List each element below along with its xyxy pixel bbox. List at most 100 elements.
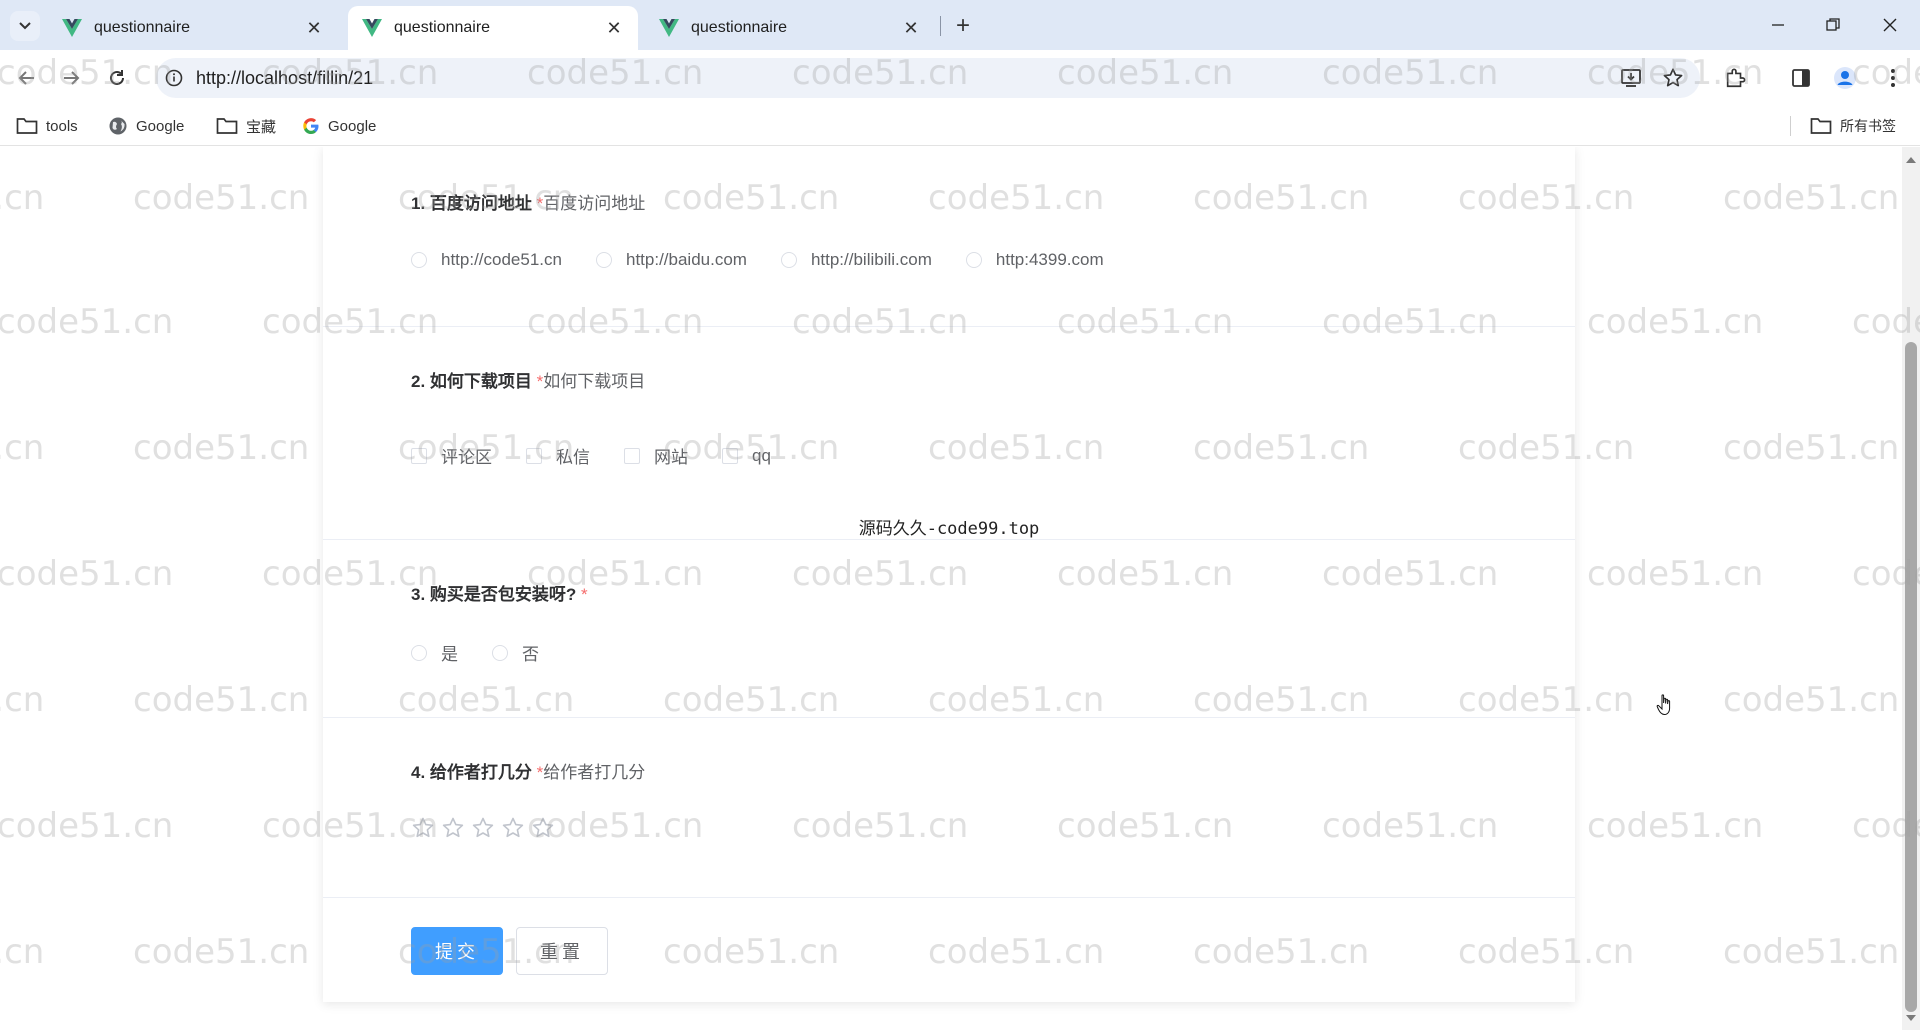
- side-panel-icon[interactable]: [1786, 63, 1816, 93]
- radio-option[interactable]: 是: [411, 640, 458, 665]
- close-tab-icon[interactable]: ✕: [302, 16, 326, 40]
- checkbox-option[interactable]: qq: [722, 446, 771, 466]
- back-button[interactable]: [12, 63, 42, 93]
- new-tab-button[interactable]: +: [948, 11, 978, 41]
- checkbox-box[interactable]: [624, 447, 640, 464]
- questionnaire-card: 1. 百度访问地址 *百度访问地址 http://code51.cn http:…: [323, 147, 1575, 1002]
- tab-title: questionnaire: [394, 19, 491, 36]
- minimize-icon: [1772, 24, 1784, 26]
- star-icon[interactable]: [471, 816, 495, 840]
- restore-button[interactable]: [1813, 8, 1853, 42]
- vue-logo-icon: [62, 19, 82, 37]
- folder-icon: [216, 118, 238, 134]
- scroll-down-arrow-icon[interactable]: [1906, 1015, 1916, 1021]
- close-tab-icon[interactable]: ✕: [602, 16, 626, 40]
- option-label: 是: [441, 645, 458, 664]
- browser-tab-3[interactable]: questionnaire ✕: [645, 6, 935, 50]
- globe-icon: [109, 117, 127, 135]
- reload-icon: [110, 70, 124, 85]
- chevron-down-icon: [19, 22, 31, 30]
- option-label: 私信: [556, 448, 590, 467]
- bookmark-star-icon[interactable]: [1658, 63, 1688, 93]
- reload-button[interactable]: [102, 63, 132, 93]
- star-icon[interactable]: [501, 816, 525, 840]
- option-label: 评论区: [441, 448, 492, 467]
- extensions-icon[interactable]: [1720, 63, 1750, 93]
- tab-separator: [940, 16, 941, 36]
- option-label: http://code51.cn: [441, 250, 562, 269]
- radio-option[interactable]: http:4399.com: [965, 250, 1104, 270]
- more-menu-icon[interactable]: [1878, 63, 1908, 93]
- question-4: 4. 给作者打几分 *给作者打几分: [323, 718, 1575, 898]
- question-title: 4. 给作者打几分 *给作者打几分: [411, 758, 645, 783]
- radio-circle[interactable]: [965, 252, 982, 268]
- tab-title: questionnaire: [94, 19, 191, 36]
- question-description: 如何下载项目: [543, 372, 646, 391]
- option-label: http://baidu.com: [625, 250, 747, 269]
- radio-circle[interactable]: [780, 252, 797, 268]
- folder-icon: [1810, 118, 1832, 134]
- checkbox-option[interactable]: 私信: [526, 443, 590, 468]
- radio-circle[interactable]: [492, 644, 508, 661]
- star-icon[interactable]: [531, 816, 555, 840]
- question-number: 4.: [411, 763, 426, 782]
- radio-option[interactable]: http://code51.cn: [411, 250, 562, 270]
- restore-icon: [1826, 18, 1840, 31]
- question-text: 如何下载项目: [429, 372, 532, 391]
- close-tab-icon[interactable]: ✕: [899, 16, 923, 40]
- radio-circle[interactable]: [595, 252, 612, 268]
- page-scrollbar[interactable]: [1902, 147, 1920, 1030]
- site-info-icon[interactable]: [162, 66, 186, 90]
- question-title: 1. 百度访问地址 *百度访问地址: [411, 189, 645, 214]
- checkbox-box[interactable]: [411, 447, 427, 464]
- submit-button[interactable]: 提交: [411, 927, 503, 975]
- checkbox-group: 评论区 私信 网站 qq: [411, 443, 805, 468]
- page-viewport: 1. 百度访问地址 *百度访问地址 http://code51.cn http:…: [0, 147, 1902, 1030]
- checkbox-box[interactable]: [526, 447, 542, 464]
- option-label: http:4399.com: [995, 250, 1104, 269]
- all-bookmarks-button[interactable]: 所有书签: [1810, 114, 1896, 138]
- checkbox-box[interactable]: [722, 447, 738, 464]
- close-icon: [1883, 18, 1897, 32]
- address-bar[interactable]: http://localhost/fillin/21: [156, 58, 1700, 98]
- url-text[interactable]: http://localhost/fillin/21: [196, 68, 373, 89]
- question-3: 3. 购买是否包安装呀? * 是 否: [323, 540, 1575, 718]
- radio-circle[interactable]: [411, 644, 427, 661]
- star-rating[interactable]: [411, 816, 561, 840]
- bookmark-label: 宝藏: [246, 118, 277, 136]
- bookmark-google-1[interactable]: Google: [108, 114, 184, 138]
- question-description: 百度访问地址: [543, 194, 646, 213]
- browser-tab-1[interactable]: questionnaire ✕: [48, 6, 338, 50]
- install-app-icon[interactable]: [1616, 63, 1646, 93]
- forward-button[interactable]: [56, 63, 86, 93]
- question-text: 购买是否包安装呀?: [429, 585, 577, 604]
- checkbox-option[interactable]: 网站: [624, 443, 688, 468]
- radio-option[interactable]: http://baidu.com: [595, 250, 747, 270]
- option-label: 网站: [654, 448, 688, 467]
- folder-icon: [16, 118, 38, 134]
- close-window-button[interactable]: [1870, 8, 1910, 42]
- star-icon[interactable]: [411, 816, 435, 840]
- radio-option[interactable]: http://bilibili.com: [780, 250, 932, 270]
- checkbox-option[interactable]: 评论区: [411, 443, 492, 468]
- reset-button[interactable]: 重置: [516, 927, 608, 975]
- profile-avatar-icon[interactable]: [1830, 63, 1860, 93]
- radio-group: 是 否: [411, 640, 573, 665]
- scrollbar-thumb[interactable]: [1905, 342, 1917, 1012]
- hand-cursor-icon: [1656, 694, 1671, 716]
- bookmark-treasure[interactable]: 宝藏: [216, 114, 276, 138]
- bookmarks-bar: tools Google 宝藏 Google 所有书签: [0, 106, 1920, 146]
- radio-option[interactable]: 否: [492, 640, 539, 665]
- browser-tab-2-active[interactable]: questionnaire ✕: [348, 6, 638, 50]
- bookmark-tools[interactable]: tools: [16, 114, 78, 138]
- minimize-button[interactable]: [1758, 8, 1798, 42]
- bookmark-label: Google: [136, 117, 185, 135]
- star-icon[interactable]: [441, 816, 465, 840]
- radio-circle[interactable]: [411, 252, 427, 268]
- tab-search-button[interactable]: [10, 11, 40, 41]
- option-label: http://bilibili.com: [810, 250, 932, 269]
- browser-toolbar: http://localhost/fillin/21: [0, 50, 1920, 106]
- bookmark-google-2[interactable]: Google: [302, 114, 376, 138]
- scroll-up-arrow-icon[interactable]: [1906, 157, 1916, 163]
- google-g-icon: [303, 118, 319, 134]
